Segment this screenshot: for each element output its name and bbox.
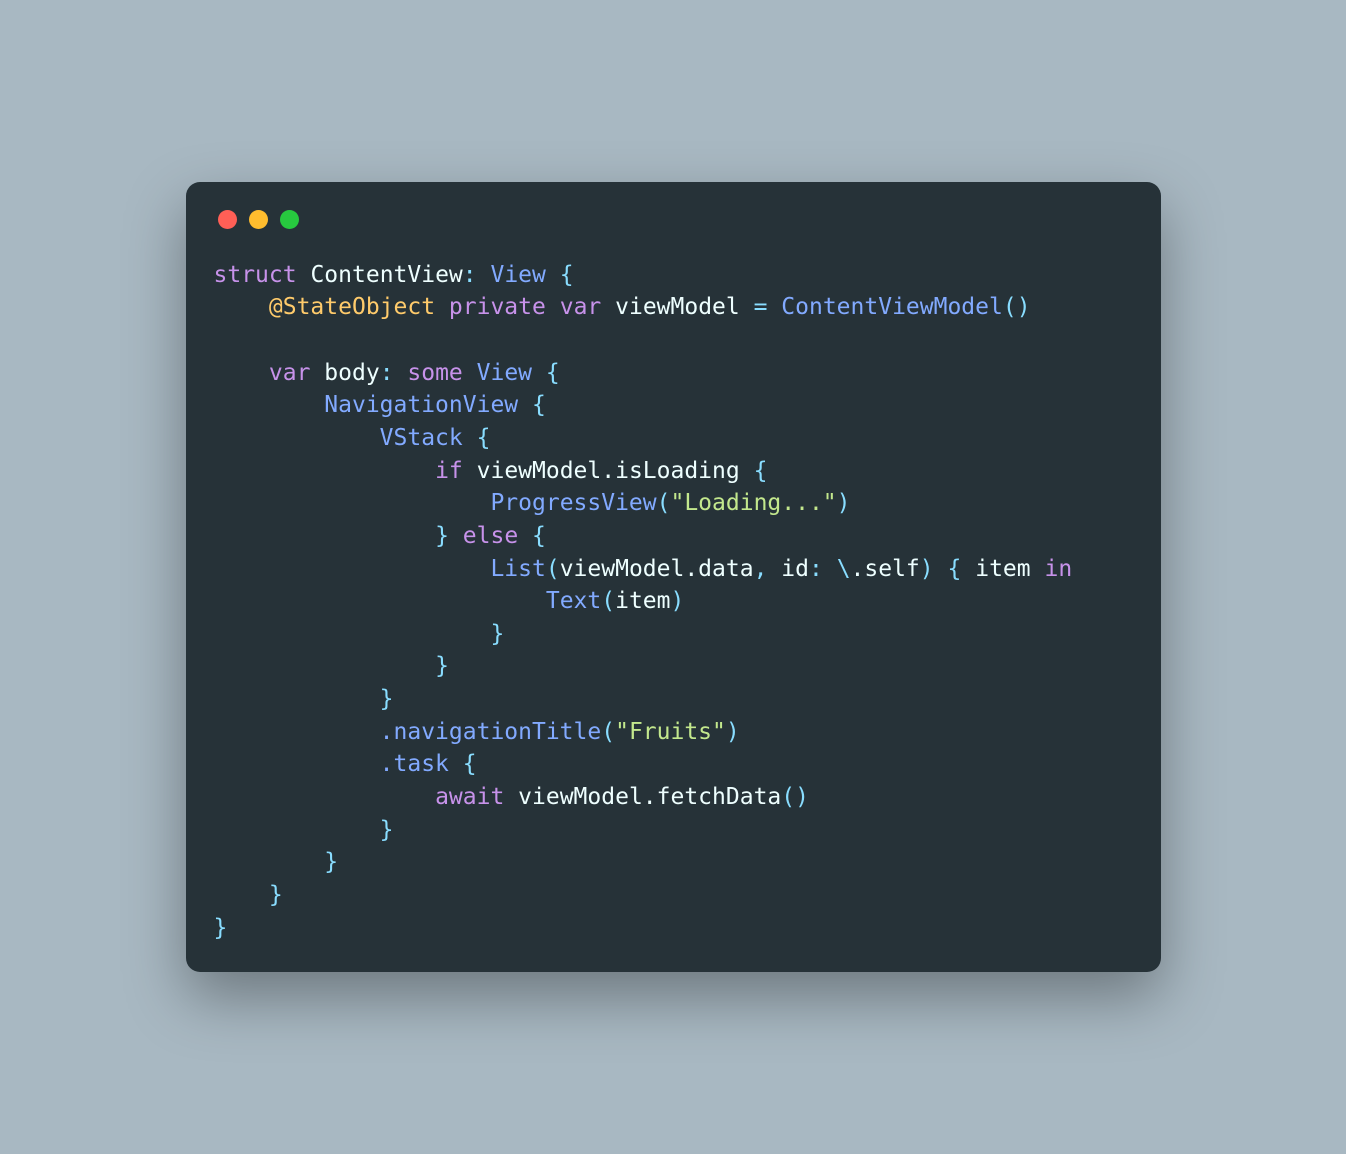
- kw-await: await: [435, 784, 504, 810]
- lparen-nav: (: [601, 719, 615, 745]
- space: [961, 556, 975, 582]
- space: [546, 294, 560, 320]
- rparen-list: ): [920, 556, 934, 582]
- space: [463, 360, 477, 386]
- kw-private: private: [449, 294, 546, 320]
- rbrace-nav: }: [324, 849, 338, 875]
- lbrace-list: {: [934, 556, 962, 582]
- eq: =: [740, 294, 782, 320]
- type-contentview: ContentView: [310, 262, 462, 288]
- rbrace-struct: }: [214, 915, 228, 941]
- type-list: List: [490, 556, 545, 582]
- maximize-icon[interactable]: [280, 210, 299, 229]
- arg-item: item: [615, 588, 670, 614]
- rbrace-vstack: }: [380, 686, 394, 712]
- str-loading: "Loading...": [670, 490, 836, 516]
- type-text: Text: [546, 588, 601, 614]
- id-body: body: [324, 360, 379, 386]
- kw-some: some: [407, 360, 462, 386]
- lbrace-task: {: [449, 751, 477, 777]
- kw-var2: var: [269, 360, 311, 386]
- expr-vmdata: viewModel.data: [560, 556, 754, 582]
- space: [449, 523, 463, 549]
- space: [310, 360, 324, 386]
- expr-isloading: viewModel.isLoading: [477, 458, 740, 484]
- lbrace-else: {: [518, 523, 546, 549]
- minimize-icon[interactable]: [249, 210, 268, 229]
- space: [435, 294, 449, 320]
- close-icon[interactable]: [218, 210, 237, 229]
- traffic-lights: [218, 210, 1133, 229]
- lparen-pv: (: [657, 490, 671, 516]
- type-contentviewmodel: ContentViewModel: [781, 294, 1003, 320]
- mod-navtitle: .navigationTitle: [380, 719, 602, 745]
- lbrace: {: [546, 262, 574, 288]
- rparen-text: ): [670, 588, 684, 614]
- type-view: View: [490, 262, 545, 288]
- kw-if: if: [435, 458, 463, 484]
- space: [1031, 556, 1045, 582]
- parens: (): [1003, 294, 1031, 320]
- space: [504, 784, 518, 810]
- colon: :: [463, 262, 491, 288]
- type-progressview: ProgressView: [490, 490, 656, 516]
- lparen-list: (: [546, 556, 560, 582]
- rparen-nav: ): [726, 719, 740, 745]
- param-item: item: [975, 556, 1030, 582]
- rbrace-if: }: [435, 523, 449, 549]
- lbrace4: {: [463, 425, 491, 451]
- type-navview: NavigationView: [324, 392, 518, 418]
- parens-fetch: (): [781, 784, 809, 810]
- id-viewmodel: viewModel: [615, 294, 740, 320]
- space: [463, 458, 477, 484]
- type-vstack: VStack: [380, 425, 463, 451]
- rbrace-task: }: [380, 817, 394, 843]
- mod-task: .task: [380, 751, 449, 777]
- attr-stateobject: @StateObject: [269, 294, 435, 320]
- kw-var: var: [560, 294, 602, 320]
- type-view2: View: [477, 360, 532, 386]
- colon-id: :: [809, 556, 837, 582]
- backslash: \: [837, 556, 851, 582]
- kw-struct: struct: [214, 262, 297, 288]
- code-window: struct ContentView: View { @StateObject …: [186, 182, 1161, 973]
- lbrace2: {: [532, 360, 560, 386]
- comma: ,: [754, 556, 782, 582]
- expr-fetch: viewModel.fetchData: [518, 784, 781, 810]
- rbrace-else: }: [435, 653, 449, 679]
- rparen-pv: ): [837, 490, 851, 516]
- space: [297, 262, 311, 288]
- lbrace5: {: [740, 458, 768, 484]
- lparen-text: (: [601, 588, 615, 614]
- space: [601, 294, 615, 320]
- kw-else: else: [463, 523, 518, 549]
- kw-in: in: [1044, 556, 1072, 582]
- label-id: id: [781, 556, 809, 582]
- dot-self: .self: [851, 556, 920, 582]
- code-editor[interactable]: struct ContentView: View { @StateObject …: [214, 259, 1133, 945]
- colon2: :: [380, 360, 408, 386]
- rbrace-list: }: [490, 621, 504, 647]
- str-fruits: "Fruits": [615, 719, 726, 745]
- rbrace-body: }: [269, 882, 283, 908]
- lbrace3: {: [518, 392, 546, 418]
